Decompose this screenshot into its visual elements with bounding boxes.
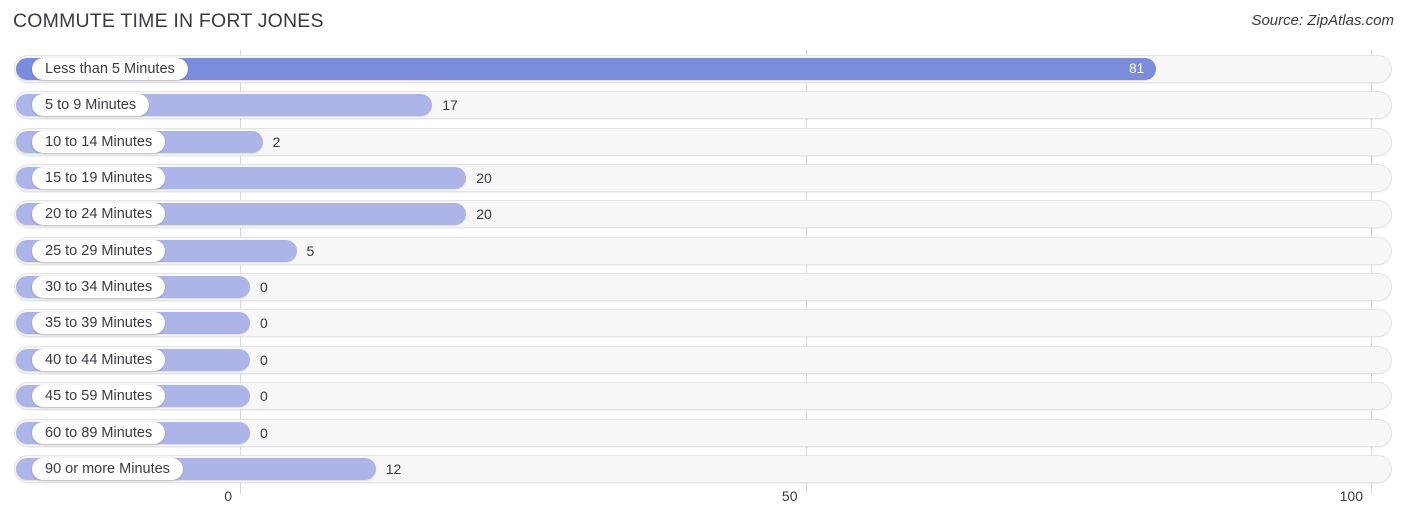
category-label: Less than 5 Minutes: [32, 58, 188, 80]
bar-value-label: 0: [260, 388, 268, 405]
chart-canvas: COMMUTE TIME IN FORT JONES Source: ZipAt…: [0, 0, 1406, 524]
bar-row[interactable]: 15 to 19 Minutes 20: [14, 164, 1392, 193]
category-label: 60 to 89 Minutes: [32, 421, 166, 444]
x-tick-label: 100: [1339, 488, 1363, 504]
bar-value-label: 12: [385, 460, 402, 477]
bar-value-label: 0: [260, 315, 268, 332]
source-attribution: Source: ZipAtlas.com: [1251, 12, 1394, 29]
bar-value-label: 20: [476, 206, 492, 223]
bar-row[interactable]: 20 to 24 Minutes 20: [14, 200, 1392, 229]
bar-row[interactable]: 25 to 29 Minutes 5: [14, 236, 1392, 265]
category-label: 15 to 19 Minutes: [32, 167, 166, 190]
category-label: 45 to 59 Minutes: [32, 385, 166, 408]
category-label: 25 to 29 Minutes: [32, 239, 166, 262]
bar-row[interactable]: 40 to 44 Minutes 0: [14, 345, 1392, 374]
page-title: COMMUTE TIME IN FORT JONES: [13, 10, 324, 32]
bar-value-label: 81: [1129, 61, 1145, 76]
category-label: 10 to 14 Minutes: [32, 130, 166, 153]
bar-value-label: 2: [272, 133, 281, 150]
x-tick-label: 0: [224, 488, 232, 504]
x-tick-label: 50: [781, 488, 798, 504]
bar-row[interactable]: 35 to 39 Minutes 0: [14, 309, 1392, 338]
bar-value-label: 5: [306, 242, 315, 259]
category-label: 20 to 24 Minutes: [32, 203, 166, 226]
bar-row[interactable]: 60 to 89 Minutes 0: [14, 418, 1392, 447]
bar-row[interactable]: 90 or more Minutes 12: [14, 454, 1392, 483]
category-label: 40 to 44 Minutes: [32, 348, 166, 371]
bar-row[interactable]: 10 to 14 Minutes 2: [14, 127, 1392, 156]
bar-value-label: 17: [442, 97, 458, 114]
bar-value-label: 20: [476, 170, 492, 187]
bar-value-label: 0: [260, 424, 268, 441]
bar-row[interactable]: 45 to 59 Minutes 0: [14, 382, 1392, 411]
bar-value-label: 0: [260, 279, 268, 296]
category-label: 35 to 39 Minutes: [32, 312, 166, 335]
bar-row[interactable]: 81 Less than 5 Minutes: [14, 55, 1392, 83]
plot-area: 81 Less than 5 Minutes 5 to 9 Minutes 17 10 …: [0, 50, 1406, 494]
bar-row[interactable]: 30 to 34 Minutes 0: [14, 273, 1392, 302]
category-label: 90 or more Minutes: [32, 457, 183, 480]
category-label: 5 to 9 Minutes: [32, 94, 150, 117]
x-axis: 0 50 100: [0, 488, 1406, 514]
bar-value-label: 0: [260, 351, 268, 368]
category-label: 30 to 34 Minutes: [32, 276, 166, 299]
bar-row[interactable]: 5 to 9 Minutes 17: [14, 91, 1392, 120]
